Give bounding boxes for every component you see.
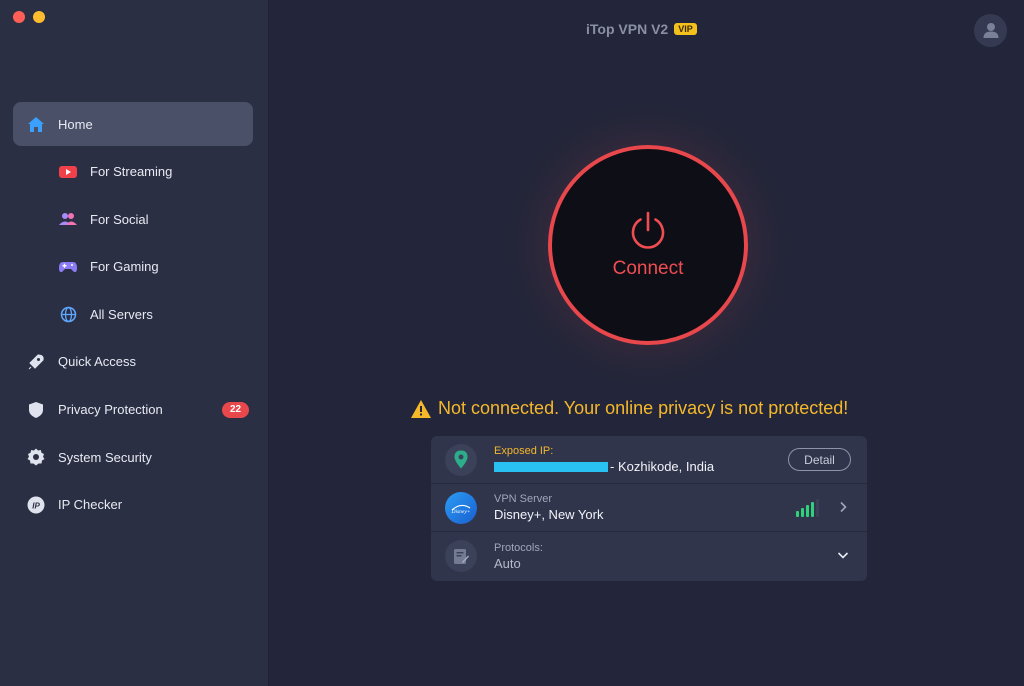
minimize-window-button[interactable] — [33, 11, 45, 23]
app-title: iTop VPN V2 VIP — [586, 21, 697, 37]
exposed-ip-value: - Kozhikode, India — [494, 459, 714, 474]
people-icon — [59, 210, 77, 228]
protocols-row[interactable]: Protocols: Auto — [431, 532, 867, 580]
vpn-server-value: Disney+, New York — [494, 507, 604, 522]
home-icon — [27, 115, 45, 133]
window-controls — [13, 11, 45, 23]
sidebar-item-label: For Gaming — [90, 259, 159, 275]
app-title-text: iTop VPN V2 — [586, 21, 669, 37]
close-window-button[interactable] — [13, 11, 25, 23]
protocols-label: Protocols: — [494, 541, 543, 554]
protocol-document-icon — [445, 540, 477, 572]
sidebar-item-label: Quick Access — [58, 354, 137, 370]
account-button[interactable] — [974, 14, 1007, 47]
sidebar-item-system-security[interactable]: System Security — [13, 435, 253, 479]
power-icon — [631, 211, 665, 249]
signal-strength-icon — [796, 499, 819, 517]
sidebar-item-privacy-protection[interactable]: Privacy Protection 22 — [13, 388, 253, 432]
status-text: Not connected. Your online privacy is no… — [438, 398, 849, 418]
sidebar-item-home[interactable]: Home — [13, 102, 253, 146]
gear-icon — [27, 448, 45, 466]
connection-status: Not connected. Your online privacy is no… — [410, 398, 848, 419]
sidebar-item-all-servers[interactable]: All Servers — [13, 292, 253, 336]
privacy-count-badge: 22 — [222, 401, 249, 418]
connect-button[interactable]: Connect — [548, 145, 748, 345]
vpn-server-row[interactable]: Disney+ VPN Server Disney+, New York — [431, 484, 867, 532]
sidebar-item-label: System Security — [58, 449, 152, 465]
sidebar-item-label: For Streaming — [90, 164, 173, 180]
connect-label: Connect — [612, 258, 684, 279]
gamepad-icon — [59, 258, 77, 276]
sidebar-item-for-gaming[interactable]: For Gaming — [13, 245, 253, 289]
sidebar-item-ip-checker[interactable]: IP IP Checker — [13, 483, 253, 527]
sidebar-item-label: All Servers — [90, 306, 153, 322]
sidebar-item-label: Privacy Protection — [58, 402, 163, 418]
vpn-server-label: VPN Server — [494, 493, 553, 505]
sidebar-item-for-social[interactable]: For Social — [13, 197, 253, 241]
detail-button[interactable]: Detail — [788, 448, 851, 471]
svg-text:IP: IP — [32, 501, 40, 510]
exposed-ip-row: Exposed IP: - Kozhikode, India Detail — [431, 436, 867, 484]
ip-icon: IP — [27, 496, 45, 514]
sidebar-item-for-streaming[interactable]: For Streaming — [13, 150, 253, 194]
sidebar-item-label: IP Checker — [58, 497, 123, 513]
connection-info-card: Exposed IP: - Kozhikode, India Detail Di… — [431, 436, 867, 581]
rocket-icon — [27, 353, 45, 371]
globe-icon — [59, 305, 77, 323]
shield-icon — [27, 401, 45, 419]
warning-icon — [411, 399, 431, 418]
chevron-right-icon[interactable] — [836, 500, 850, 514]
sidebar-item-label: Home — [58, 116, 93, 132]
disney-plus-icon: Disney+ — [445, 491, 477, 524]
exposed-ip-label: Exposed IP: — [494, 445, 554, 457]
chevron-down-icon[interactable] — [836, 548, 850, 562]
location-pin-icon — [445, 443, 477, 476]
svg-text:Disney+: Disney+ — [451, 509, 471, 514]
sidebar-item-label: For Social — [90, 211, 149, 227]
ip-redaction-bar — [494, 461, 608, 472]
protocols-value: Auto — [494, 555, 521, 571]
youtube-play-icon — [59, 163, 77, 181]
sidebar: Home For Streaming For Social For Gaming — [0, 0, 269, 686]
sidebar-nav: Home For Streaming For Social For Gaming — [13, 102, 253, 530]
vip-badge: VIP — [674, 23, 697, 35]
sidebar-item-quick-access[interactable]: Quick Access — [13, 340, 253, 384]
user-icon — [983, 23, 998, 38]
exposed-ip-location: - Kozhikode, India — [610, 459, 715, 474]
